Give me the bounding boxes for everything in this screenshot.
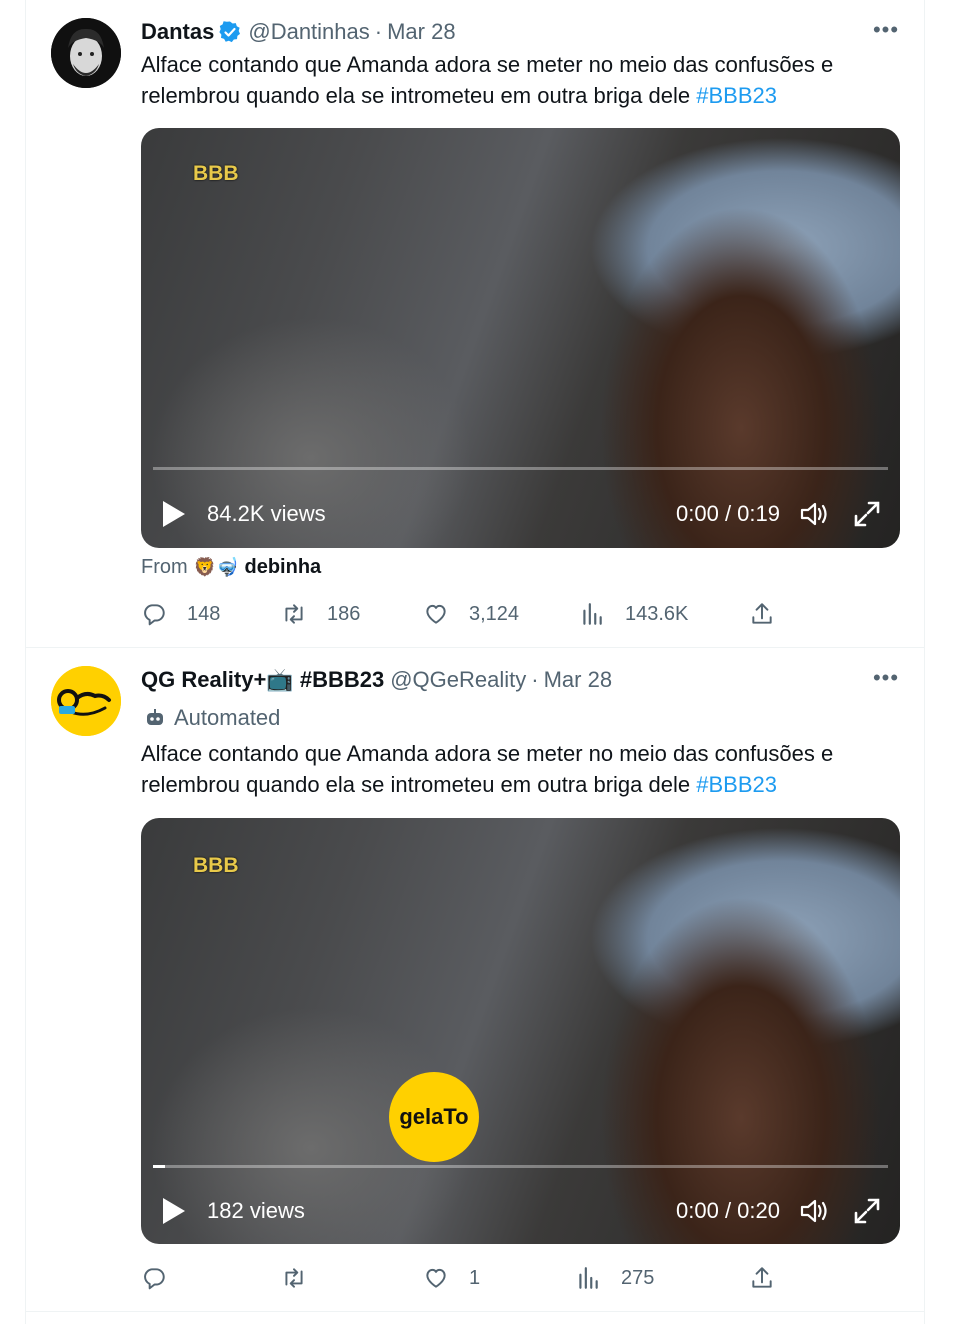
tweet-actions: 148 186 3,124 143.6K (141, 598, 885, 630)
automated-text: Automated (174, 705, 281, 730)
gelato-avatar-image (51, 666, 121, 736)
author-name[interactable]: Dantas (141, 19, 214, 45)
like-button[interactable]: 1 (423, 1265, 480, 1291)
analytics-icon (579, 1267, 598, 1289)
gelato-logo-overlay: gelaTo (389, 1072, 479, 1162)
retweet-button[interactable]: 186 (281, 601, 360, 627)
video-source: From 🦁🤿 debinha (141, 553, 321, 581)
retweet-icon (285, 1268, 303, 1288)
like-count: 3,124 (469, 602, 520, 625)
reply-button[interactable]: 148 (141, 601, 220, 627)
view-count: 143.6K (625, 602, 689, 625)
retweet-button[interactable] (281, 1265, 327, 1291)
video-player[interactable]: BBB 84.2K views 0:00 / 0:19 (141, 128, 900, 548)
video-frame (141, 128, 900, 548)
reply-icon (144, 1268, 165, 1290)
heart-icon (426, 1268, 446, 1288)
volume-icon[interactable] (798, 1195, 830, 1227)
tweet[interactable]: QG Reality+📺 #BBB23 @QGeReality · Mar 28… (26, 648, 925, 1312)
retweet-icon (285, 604, 303, 624)
separator-dot: · (531, 667, 539, 692)
video-time: 0:00 / 0:20 (676, 1198, 780, 1223)
author-name[interactable]: QG Reality+📺 #BBB23 (141, 667, 384, 693)
share-icon (752, 603, 772, 624)
video-views: 84.2K views (207, 501, 326, 526)
author-handle[interactable]: @Dantinhas (248, 19, 369, 45)
fullscreen-icon[interactable] (852, 1196, 882, 1226)
video-time: 0:00 / 0:19 (676, 501, 780, 526)
like-count: 1 (469, 1266, 481, 1289)
view-count: 275 (621, 1266, 655, 1289)
like-button[interactable]: 3,124 (423, 601, 519, 627)
tweet-actions: 1 275 (141, 1262, 885, 1294)
fullscreen-icon[interactable] (852, 499, 882, 529)
video-progress-bar[interactable] (153, 1165, 888, 1168)
from-label: From (141, 555, 188, 578)
from-emoji: 🦁🤿 (193, 556, 239, 577)
tweet-header: QG Reality+📺 #BBB23 @QGeReality · Mar 28 (141, 666, 612, 694)
views-button[interactable]: 275 (575, 1265, 654, 1291)
from-account-link[interactable]: debinha (245, 556, 322, 579)
hashtag-link[interactable]: #BBB23 (696, 83, 777, 108)
tweet-text: Alface contando que Amanda adora se mete… (141, 49, 885, 111)
tweet-date[interactable]: Mar 28 (387, 19, 455, 45)
play-icon[interactable] (161, 1196, 187, 1226)
analytics-icon (583, 603, 602, 625)
views-button[interactable]: 143.6K (579, 601, 688, 627)
video-views: 182 views (207, 1198, 305, 1223)
tweet-text: Alface contando que Amanda adora se mete… (141, 738, 885, 800)
more-icon[interactable]: ••• (872, 667, 900, 692)
verified-badge-icon (219, 21, 241, 43)
gelato-logo-text: gelaTo (399, 1104, 469, 1129)
video-frame (141, 818, 900, 1244)
avatar[interactable] (51, 18, 121, 88)
video-progress-fill (153, 1165, 166, 1168)
share-icon (752, 1267, 772, 1288)
tweet-header: Dantas @Dantinhas · Mar 28 (141, 18, 456, 46)
avatar[interactable] (51, 666, 121, 736)
avatar-image (51, 18, 121, 88)
author-handle[interactable]: @QGeReality (390, 667, 526, 693)
more-icon[interactable]: ••• (872, 19, 900, 44)
video-controls: 84.2K views 0:00 / 0:19 (141, 494, 900, 534)
reply-button[interactable] (141, 1265, 187, 1291)
bbb-watermark: BBB (193, 162, 239, 185)
automated-label: Automated (144, 704, 280, 732)
share-button[interactable] (749, 601, 775, 627)
reply-icon (144, 604, 165, 626)
timeline: Dantas @Dantinhas · Mar 28 ••• Alface co… (25, 0, 925, 1324)
separator-dot: · (374, 19, 383, 44)
bbb-watermark: BBB (193, 854, 239, 877)
share-button[interactable] (749, 1265, 775, 1291)
heart-icon (426, 604, 446, 624)
video-controls: 182 views 0:00 / 0:20 (141, 1191, 900, 1231)
play-icon[interactable] (161, 499, 187, 529)
reply-count: 148 (187, 602, 221, 625)
volume-icon[interactable] (798, 498, 830, 530)
hashtag-link[interactable]: #BBB23 (696, 772, 777, 797)
bot-icon (147, 709, 163, 725)
tweet[interactable]: Dantas @Dantinhas · Mar 28 ••• Alface co… (26, 0, 925, 648)
video-player[interactable]: BBB gelaTo 182 views 0:00 / 0:20 (141, 818, 900, 1244)
retweet-count: 186 (327, 602, 361, 625)
tweet-date[interactable]: Mar 28 (544, 667, 612, 693)
video-progress-bar[interactable] (153, 467, 888, 470)
